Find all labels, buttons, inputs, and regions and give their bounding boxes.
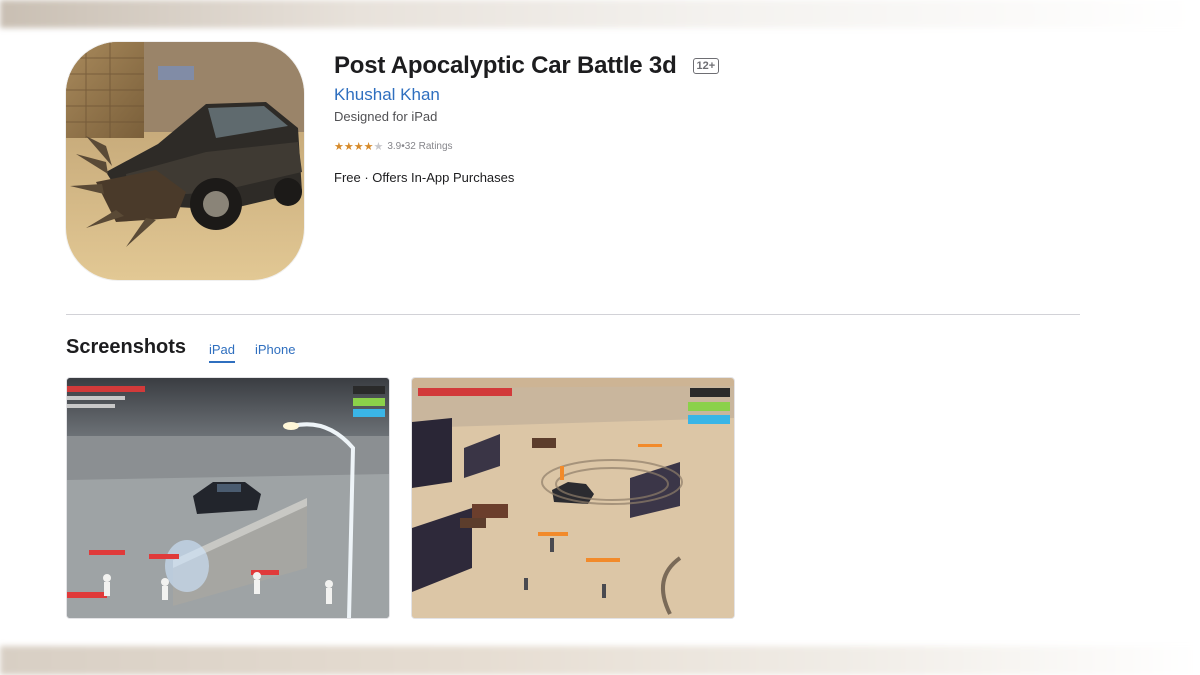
rating-value: 3.9 xyxy=(387,141,402,152)
section-divider xyxy=(66,314,1080,315)
tab-ipad[interactable]: iPad xyxy=(209,342,236,363)
rating-count: 32 Ratings xyxy=(404,141,453,152)
app-title-row: Post Apocalyptic Car Battle 3d 12+ xyxy=(334,52,720,80)
developer-link[interactable]: Khushal Khan xyxy=(334,85,440,105)
screenshots-heading: Screenshots xyxy=(66,336,187,358)
designed-for-label: Designed for iPad xyxy=(334,109,438,124)
game-screenshot-image-icon xyxy=(67,378,389,618)
blurred-background-top xyxy=(0,0,1200,28)
blurred-background-bottom xyxy=(0,646,1200,675)
screenshot-1[interactable] xyxy=(66,377,390,619)
star-rating-icon: ★★★★★ xyxy=(334,141,384,153)
screenshot-2[interactable] xyxy=(411,377,735,619)
price-label: Free · Offers In-App Purchases xyxy=(334,170,515,185)
age-rating-badge: 12+ xyxy=(692,58,720,74)
rating-row: ★★★★★ 3.9 • 32 Ratings xyxy=(334,140,453,153)
app-icon xyxy=(66,42,304,280)
tab-iphone[interactable]: iPhone xyxy=(255,342,295,357)
app-title: Post Apocalyptic Car Battle 3d xyxy=(334,52,677,79)
car-image-icon xyxy=(66,42,304,280)
game-screenshot-image-icon xyxy=(412,378,734,618)
